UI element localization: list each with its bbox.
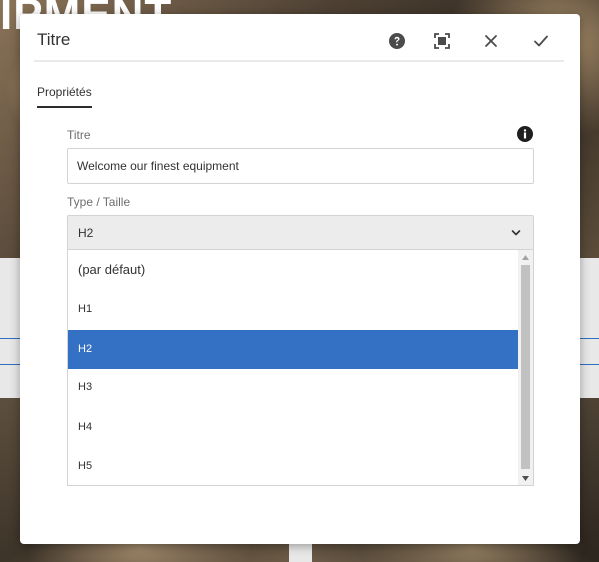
- checkmark-icon: [534, 35, 548, 47]
- type-size-select[interactable]: H2: [67, 215, 534, 249]
- fullscreen-icon: [434, 33, 450, 49]
- header-divider: [34, 60, 564, 62]
- dialog-header: Titre: [20, 14, 580, 62]
- close-button[interactable]: [478, 28, 504, 54]
- scroll-down-button[interactable]: [518, 471, 533, 485]
- type-size-label: Type / Taille: [67, 195, 131, 209]
- scroll-up-button[interactable]: [518, 250, 533, 264]
- title-input[interactable]: Welcome our finest equipment: [67, 148, 534, 184]
- dialog-title: Titre: [37, 30, 71, 49]
- triangle-up-icon: [522, 254, 529, 260]
- close-icon: [485, 35, 497, 47]
- help-circle-icon: [389, 33, 405, 49]
- title-field-label: Titre: [67, 128, 91, 142]
- fullscreen-button[interactable]: [429, 28, 455, 54]
- option-h1[interactable]: H1: [68, 290, 519, 329]
- select-value: H2: [78, 226, 94, 240]
- chevron-down-icon: [511, 230, 521, 236]
- triangle-down-icon: [522, 475, 529, 481]
- type-size-listbox: (par défaut) H1 H2 H3 H4 H5: [67, 249, 534, 486]
- listbox-scrollbar[interactable]: [518, 250, 533, 485]
- option-h3[interactable]: H3: [68, 368, 519, 407]
- option-h5[interactable]: H5: [68, 447, 519, 485]
- option-h2[interactable]: H2: [68, 330, 519, 369]
- info-icon: [517, 126, 533, 142]
- help-button[interactable]: [384, 28, 410, 54]
- info-button[interactable]: [517, 126, 533, 142]
- title-properties-dialog: Titre Propriétés Titre Welcome our fines…: [20, 14, 580, 544]
- done-button[interactable]: [528, 28, 554, 54]
- scroll-thumb[interactable]: [521, 265, 530, 469]
- tab-properties[interactable]: Propriétés: [37, 85, 92, 108]
- option-h4[interactable]: H4: [68, 408, 519, 447]
- option-default[interactable]: (par défaut): [68, 250, 519, 289]
